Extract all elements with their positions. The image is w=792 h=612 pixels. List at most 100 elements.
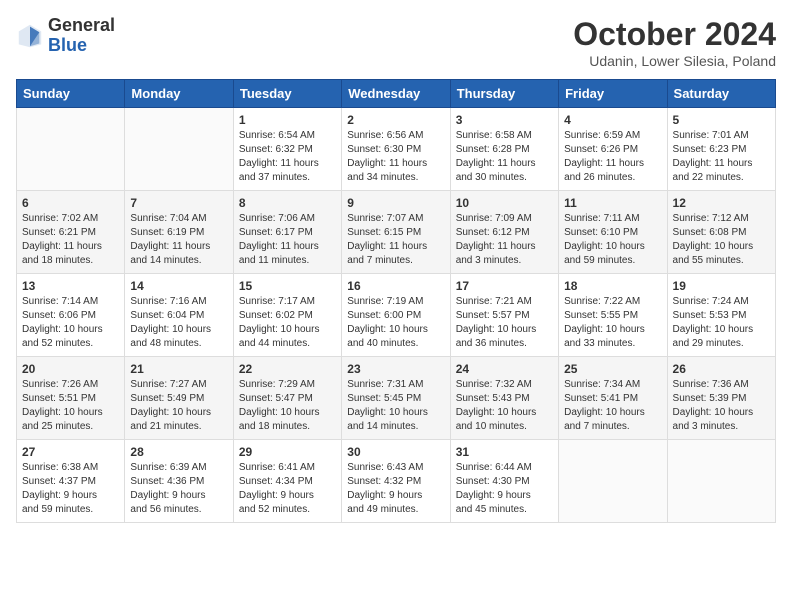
day-number: 16 <box>347 279 444 293</box>
calendar-cell: 26Sunrise: 7:36 AM Sunset: 5:39 PM Dayli… <box>667 357 775 440</box>
day-info: Sunrise: 7:36 AM Sunset: 5:39 PM Dayligh… <box>673 378 770 434</box>
calendar-cell: 12Sunrise: 7:12 AM Sunset: 6:08 PM Dayli… <box>667 191 775 274</box>
calendar-cell <box>17 108 125 191</box>
location-subtitle: Udanin, Lower Silesia, Poland <box>573 53 776 69</box>
calendar-cell: 3Sunrise: 6:58 AM Sunset: 6:28 PM Daylig… <box>450 108 558 191</box>
calendar-cell <box>125 108 233 191</box>
calendar-cell <box>667 440 775 523</box>
day-info: Sunrise: 7:22 AM Sunset: 5:55 PM Dayligh… <box>564 295 661 351</box>
day-info: Sunrise: 7:29 AM Sunset: 5:47 PM Dayligh… <box>239 378 336 434</box>
header-cell-saturday: Saturday <box>667 80 775 108</box>
day-info: Sunrise: 7:04 AM Sunset: 6:19 PM Dayligh… <box>130 212 227 268</box>
day-info: Sunrise: 6:56 AM Sunset: 6:30 PM Dayligh… <box>347 129 444 185</box>
day-number: 14 <box>130 279 227 293</box>
calendar-cell: 7 Sunrise: 7:04 AM Sunset: 6:19 PM Daylig… <box>125 191 233 274</box>
day-number: 8 <box>239 196 336 210</box>
day-info: Sunrise: 7:12 AM Sunset: 6:08 PM Dayligh… <box>673 212 770 268</box>
calendar-cell: 22 Sunrise: 7:29 AM Sunset: 5:47 PM Dayli… <box>233 357 341 440</box>
day-info: Sunrise: 6:43 AM Sunset: 4:32 PM Dayligh… <box>347 461 444 517</box>
calendar-cell: 18 Sunrise: 7:22 AM Sunset: 5:55 PM Dayli… <box>559 274 667 357</box>
calendar-cell: 28 Sunrise: 6:39 AM Sunset: 4:36 PM Dayli… <box>125 440 233 523</box>
day-number: 24 <box>456 362 553 376</box>
day-info: Sunrise: 6:54 AM Sunset: 6:32 PM Dayligh… <box>239 129 336 185</box>
calendar-cell: 24 Sunrise: 7:32 AM Sunset: 5:43 PM Dayli… <box>450 357 558 440</box>
day-number: 18 <box>564 279 661 293</box>
month-title: October 2024 <box>573 16 776 53</box>
header-cell-wednesday: Wednesday <box>342 80 450 108</box>
day-number: 13 <box>22 279 119 293</box>
day-number: 15 <box>239 279 336 293</box>
week-row-4: 20Sunrise: 7:26 AM Sunset: 5:51 PM Dayli… <box>17 357 776 440</box>
day-number: 10 <box>456 196 553 210</box>
header-cell-monday: Monday <box>125 80 233 108</box>
day-info: Sunrise: 7:02 AM Sunset: 6:21 PM Dayligh… <box>22 212 119 268</box>
day-info: Sunrise: 7:17 AM Sunset: 6:02 PM Dayligh… <box>239 295 336 351</box>
day-number: 23 <box>347 362 444 376</box>
day-number: 19 <box>673 279 770 293</box>
day-info: Sunrise: 6:44 AM Sunset: 4:30 PM Dayligh… <box>456 461 553 517</box>
calendar-cell: 23 Sunrise: 7:31 AM Sunset: 5:45 PM Dayli… <box>342 357 450 440</box>
page-header: General Blue October 2024 Udanin, Lower … <box>16 16 776 69</box>
week-row-5: 27Sunrise: 6:38 AM Sunset: 4:37 PM Dayli… <box>17 440 776 523</box>
calendar-cell: 13 Sunrise: 7:14 AM Sunset: 6:06 PM Dayli… <box>17 274 125 357</box>
calendar-cell: 9 Sunrise: 7:07 AM Sunset: 6:15 PM Daylig… <box>342 191 450 274</box>
day-number: 29 <box>239 445 336 459</box>
day-number: 30 <box>347 445 444 459</box>
day-info: Sunrise: 7:24 AM Sunset: 5:53 PM Dayligh… <box>673 295 770 351</box>
calendar-cell: 17 Sunrise: 7:21 AM Sunset: 5:57 PM Dayli… <box>450 274 558 357</box>
header-cell-thursday: Thursday <box>450 80 558 108</box>
day-info: Sunrise: 7:09 AM Sunset: 6:12 PM Dayligh… <box>456 212 553 268</box>
calendar-cell: 10 Sunrise: 7:09 AM Sunset: 6:12 PM Dayli… <box>450 191 558 274</box>
calendar-cell: 29 Sunrise: 6:41 AM Sunset: 4:34 PM Dayli… <box>233 440 341 523</box>
calendar-header: SundayMondayTuesdayWednesdayThursdayFrid… <box>17 80 776 108</box>
logo-text: General Blue <box>48 16 115 56</box>
calendar-cell: 6 Sunrise: 7:02 AM Sunset: 6:21 PM Daylig… <box>17 191 125 274</box>
day-info: Sunrise: 7:21 AM Sunset: 5:57 PM Dayligh… <box>456 295 553 351</box>
day-info: Sunrise: 7:07 AM Sunset: 6:15 PM Dayligh… <box>347 212 444 268</box>
day-info: Sunrise: 6:59 AM Sunset: 6:26 PM Dayligh… <box>564 129 661 185</box>
day-number: 7 <box>130 196 227 210</box>
day-number: 4 <box>564 113 661 127</box>
day-number: 31 <box>456 445 553 459</box>
day-number: 5 <box>673 113 770 127</box>
day-info: Sunrise: 6:58 AM Sunset: 6:28 PM Dayligh… <box>456 129 553 185</box>
calendar-cell: 4 Sunrise: 6:59 AM Sunset: 6:26 PM Daylig… <box>559 108 667 191</box>
header-row: SundayMondayTuesdayWednesdayThursdayFrid… <box>17 80 776 108</box>
day-number: 2 <box>347 113 444 127</box>
week-row-2: 6 Sunrise: 7:02 AM Sunset: 6:21 PM Daylig… <box>17 191 776 274</box>
day-info: Sunrise: 7:14 AM Sunset: 6:06 PM Dayligh… <box>22 295 119 351</box>
calendar-cell: 8 Sunrise: 7:06 AM Sunset: 6:17 PM Daylig… <box>233 191 341 274</box>
day-number: 20 <box>22 362 119 376</box>
calendar-cell: 31 Sunrise: 6:44 AM Sunset: 4:30 PM Dayli… <box>450 440 558 523</box>
calendar-cell: 30 Sunrise: 6:43 AM Sunset: 4:32 PM Dayli… <box>342 440 450 523</box>
calendar-cell: 21Sunrise: 7:27 AM Sunset: 5:49 PM Dayli… <box>125 357 233 440</box>
day-info: Sunrise: 7:31 AM Sunset: 5:45 PM Dayligh… <box>347 378 444 434</box>
calendar-cell: 1Sunrise: 6:54 AM Sunset: 6:32 PM Daylig… <box>233 108 341 191</box>
day-info: Sunrise: 6:39 AM Sunset: 4:36 PM Dayligh… <box>130 461 227 517</box>
calendar-cell: 25Sunrise: 7:34 AM Sunset: 5:41 PM Dayli… <box>559 357 667 440</box>
calendar-cell: 19 Sunrise: 7:24 AM Sunset: 5:53 PM Dayli… <box>667 274 775 357</box>
day-info: Sunrise: 7:11 AM Sunset: 6:10 PM Dayligh… <box>564 212 661 268</box>
day-number: 6 <box>22 196 119 210</box>
day-number: 28 <box>130 445 227 459</box>
calendar-table: SundayMondayTuesdayWednesdayThursdayFrid… <box>16 79 776 523</box>
calendar-body: 1Sunrise: 6:54 AM Sunset: 6:32 PM Daylig… <box>17 108 776 523</box>
day-info: Sunrise: 7:16 AM Sunset: 6:04 PM Dayligh… <box>130 295 227 351</box>
day-number: 25 <box>564 362 661 376</box>
calendar-cell: 11 Sunrise: 7:11 AM Sunset: 6:10 PM Dayli… <box>559 191 667 274</box>
calendar-cell: 27Sunrise: 6:38 AM Sunset: 4:37 PM Dayli… <box>17 440 125 523</box>
day-info: Sunrise: 7:06 AM Sunset: 6:17 PM Dayligh… <box>239 212 336 268</box>
day-info: Sunrise: 7:01 AM Sunset: 6:23 PM Dayligh… <box>673 129 770 185</box>
day-info: Sunrise: 7:32 AM Sunset: 5:43 PM Dayligh… <box>456 378 553 434</box>
calendar-cell: 20Sunrise: 7:26 AM Sunset: 5:51 PM Dayli… <box>17 357 125 440</box>
header-cell-friday: Friday <box>559 80 667 108</box>
calendar-cell: 16Sunrise: 7:19 AM Sunset: 6:00 PM Dayli… <box>342 274 450 357</box>
day-number: 9 <box>347 196 444 210</box>
week-row-1: 1Sunrise: 6:54 AM Sunset: 6:32 PM Daylig… <box>17 108 776 191</box>
day-info: Sunrise: 6:41 AM Sunset: 4:34 PM Dayligh… <box>239 461 336 517</box>
day-number: 21 <box>130 362 227 376</box>
day-number: 11 <box>564 196 661 210</box>
calendar-cell: 15 Sunrise: 7:17 AM Sunset: 6:02 PM Dayli… <box>233 274 341 357</box>
day-number: 17 <box>456 279 553 293</box>
day-number: 22 <box>239 362 336 376</box>
